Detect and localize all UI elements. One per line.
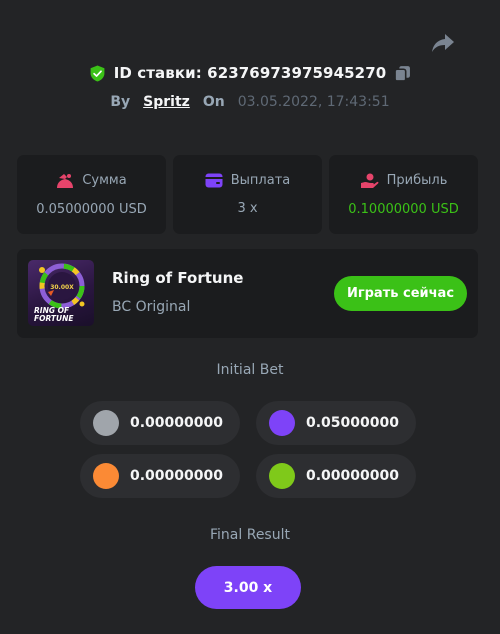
grey-dot-icon xyxy=(93,410,119,436)
green-dot-icon xyxy=(269,463,295,489)
stat-payout-label: Выплата xyxy=(230,173,291,188)
bet-id-row: ID ставки: 62376973975945270 xyxy=(0,64,500,82)
on-label: On xyxy=(202,94,225,110)
stat-profit-value: 0.10000000 USD xyxy=(348,201,459,217)
verified-shield-icon xyxy=(90,65,105,81)
initial-bet-title: Initial Bet xyxy=(216,362,284,378)
svg-text:30.00X: 30.00X xyxy=(50,284,74,291)
game-provider: BC Original xyxy=(112,299,191,315)
byline: By Spritz On 03.05.2022, 17:43:51 xyxy=(0,94,500,110)
orange-dot-icon xyxy=(93,463,119,489)
bet-chip-value: 0.00000000 xyxy=(130,415,223,431)
share-icon xyxy=(432,34,454,52)
purple-dot-icon xyxy=(269,410,295,436)
ring-of-fortune-logo: 30.00X RING OF FORTUNE xyxy=(34,263,85,323)
final-result-title: Final Result xyxy=(210,527,290,543)
bet-chip-grey: 0.00000000 xyxy=(80,401,240,445)
stat-amount-value: 0.05000000 USD xyxy=(36,201,147,217)
stats-row: Сумма 0.05000000 USD Выплата 3 x Прибыль… xyxy=(17,155,478,234)
final-result-badge: 3.00 x xyxy=(195,566,301,609)
stat-profit-label: Прибыль xyxy=(386,173,448,188)
game-name[interactable]: Ring of Fortune xyxy=(112,269,243,287)
bet-datetime: 03.05.2022, 17:43:51 xyxy=(237,94,390,110)
stat-payout-value: 3 x xyxy=(237,201,258,216)
stat-payout: Выплата 3 x xyxy=(173,155,322,234)
by-label: By xyxy=(110,94,131,110)
bet-chip-value: 0.00000000 xyxy=(130,468,223,484)
bet-id: ID ставки: 62376973975945270 xyxy=(113,64,387,82)
share-button[interactable] xyxy=(428,30,458,56)
money-bag-icon xyxy=(57,173,74,188)
bet-chip-purple: 0.05000000 xyxy=(256,401,416,445)
wallet-icon xyxy=(205,173,223,188)
game-thumbnail[interactable]: 30.00X RING OF FORTUNE xyxy=(28,260,94,326)
hand-coin-icon xyxy=(360,173,379,188)
bet-chip-orange: 0.00000000 xyxy=(80,454,240,498)
svg-text:FORTUNE: FORTUNE xyxy=(34,314,74,323)
game-card: 30.00X RING OF FORTUNE Ring of Fortune B… xyxy=(17,249,478,338)
copy-icon[interactable] xyxy=(394,65,411,82)
stat-profit: Прибыль 0.10000000 USD xyxy=(329,155,478,234)
username-link[interactable]: Spritz xyxy=(143,94,190,110)
stat-amount: Сумма 0.05000000 USD xyxy=(17,155,166,234)
bet-chip-value: 0.00000000 xyxy=(306,468,399,484)
stat-amount-label: Сумма xyxy=(82,173,127,188)
play-now-button[interactable]: Играть сейчас xyxy=(334,276,467,311)
bet-chip-value: 0.05000000 xyxy=(306,415,399,431)
bet-chip-green: 0.00000000 xyxy=(256,454,416,498)
